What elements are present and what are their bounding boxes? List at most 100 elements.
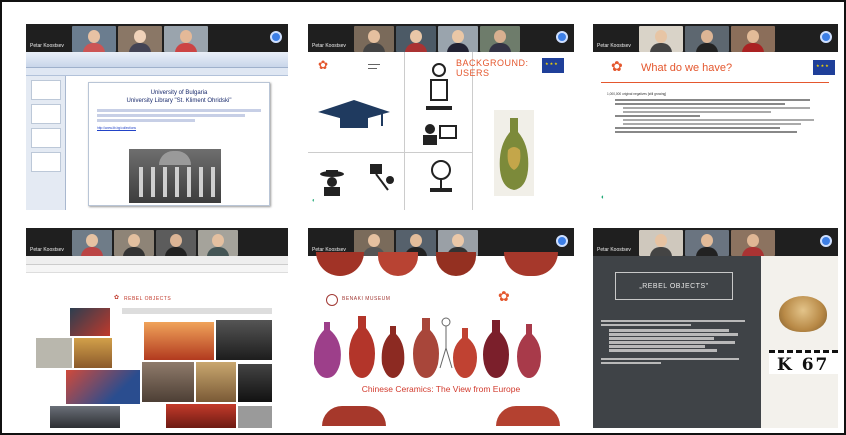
museum-name: BENAKI MUSEUM <box>342 296 391 302</box>
slide-title: What do we have? <box>641 62 733 74</box>
bullet-item <box>607 118 827 121</box>
image-result[interactable] <box>238 406 272 428</box>
logo-icon: ◐ <box>312 198 316 204</box>
user-reading-icon <box>426 63 452 110</box>
note-text: ▬▬▬▬ ▬▬▬ <box>368 62 380 70</box>
slide-canvas: ✿ What do we have? 1,000,000 original ne… <box>593 52 838 210</box>
museum-logo-icon <box>326 294 338 306</box>
slide-title-line1: BACKGROUND: <box>456 58 529 68</box>
share-icon[interactable] <box>556 235 568 247</box>
ppt-ribbon <box>26 52 288 68</box>
participant-video[interactable] <box>156 230 196 256</box>
image-result[interactable] <box>66 370 140 404</box>
browser-toolbar <box>26 256 288 265</box>
bullet-item <box>607 110 827 113</box>
presenter-name: Petar Koostsev <box>312 43 346 49</box>
image-result[interactable] <box>74 338 112 368</box>
participant-video[interactable] <box>685 230 729 256</box>
image-result[interactable] <box>166 404 236 428</box>
image-result[interactable] <box>196 362 236 402</box>
bullet-item <box>607 126 827 129</box>
knowledge-tree-icon <box>430 160 452 192</box>
ppt-toolbar <box>26 68 288 76</box>
slide-link[interactable]: http://www.lib.bg/collections <box>97 126 261 130</box>
page-title: REBEL OBJECTS <box>124 296 172 302</box>
video-gallery: Petar Koostsev University of Bulgaria Un… <box>0 0 846 435</box>
participant-strip: Petar Koostsev <box>593 228 838 256</box>
participant-video[interactable] <box>480 26 520 52</box>
participant-video[interactable] <box>438 26 478 52</box>
participant-video[interactable] <box>396 26 436 52</box>
slide-heading: „REBEL OBJECTS" <box>615 272 733 300</box>
slide-thumbnails[interactable] <box>26 76 66 210</box>
logo-icon: ◐ <box>601 194 606 201</box>
participant-strip: Petar Koostsev <box>593 24 838 52</box>
slide-left-panel: „REBEL OBJECTS" <box>593 256 761 428</box>
bullet-list: 1,000,000 original negatives [still grow… <box>607 92 827 135</box>
participant-video[interactable] <box>639 230 683 256</box>
image-result[interactable] <box>50 406 120 428</box>
screen-share-6[interactable]: Petar Koostsev „REBEL OBJECTS" K 67 <box>593 228 838 428</box>
participant-video[interactable] <box>114 230 154 256</box>
image-result[interactable] <box>70 308 110 336</box>
participant-strip: Petar Koostsev <box>308 24 574 52</box>
slide-title: Chinese Ceramics: The View from Europe <box>361 384 521 394</box>
catalog-number: K 67 <box>777 355 830 375</box>
screen-share-2[interactable]: Petar Koostsev ✿ BACKGROUND: USERS ★★★ ▬… <box>308 24 574 210</box>
graduation-cap-icon <box>318 100 390 128</box>
slide-body <box>97 109 261 122</box>
vase-photo <box>494 110 534 196</box>
participant-video[interactable] <box>72 26 116 52</box>
computer-user-icon <box>423 124 457 145</box>
screen-share-5[interactable]: Petar Koostsev BENAKI MUSEUM ✿ Chinese C… <box>308 228 574 428</box>
caption-bar <box>122 308 272 314</box>
participant-strip: Petar Koostsev <box>26 24 288 52</box>
ceramic-bowl <box>322 406 386 426</box>
slide-canvas: „REBEL OBJECTS" K 67 <box>593 256 838 428</box>
screen-share-1[interactable]: Petar Koostsev University of Bulgaria Un… <box>26 24 288 210</box>
screen-share-3[interactable]: Petar Koostsev ✿ What do we have? 1,000,… <box>593 24 838 210</box>
image-result[interactable] <box>144 322 214 360</box>
bullet-item <box>607 98 827 101</box>
participant-video[interactable] <box>731 26 775 52</box>
share-icon[interactable] <box>556 31 568 43</box>
participant-video[interactable] <box>72 230 112 256</box>
bullet-item <box>607 122 827 125</box>
image-result[interactable] <box>142 362 194 402</box>
catalog-label: K 67 <box>769 350 838 375</box>
slide-title-line2: USERS <box>456 68 490 78</box>
logo-icon: ✿ <box>114 295 120 301</box>
participant-video[interactable] <box>639 26 683 52</box>
share-icon[interactable] <box>270 31 282 43</box>
slide-title-line2: University Library "St. Kliment Ohridski… <box>126 98 232 104</box>
image-result[interactable] <box>216 320 272 360</box>
bullet-item <box>607 106 827 109</box>
slide-body <box>601 318 751 366</box>
share-icon[interactable] <box>820 235 832 247</box>
share-icon[interactable] <box>820 31 832 43</box>
bullet-item <box>607 102 827 105</box>
participant-video[interactable] <box>118 26 162 52</box>
participant-video[interactable] <box>731 230 775 256</box>
image-result[interactable] <box>36 338 72 368</box>
presenter-name: Petar Koostsev <box>30 247 64 253</box>
image-result[interactable] <box>238 364 272 402</box>
eu-flag-icon <box>813 60 835 75</box>
presenter-name: Petar Koostsev <box>597 43 631 49</box>
participant-video[interactable] <box>198 230 238 256</box>
building-photo <box>129 149 221 203</box>
screen-share-4[interactable]: Petar Koostsev ✿ REBEL OBJECTS <box>26 228 288 428</box>
participant-video[interactable] <box>685 26 729 52</box>
ceramic-bowl <box>496 406 560 426</box>
slide-right-panel <box>761 256 838 428</box>
bullet-item <box>607 130 827 133</box>
eu-flag-icon <box>542 58 564 73</box>
slide-title: BACKGROUND: USERS <box>456 58 529 78</box>
search-filter-bar[interactable] <box>26 265 288 273</box>
slide-canvas: University of Bulgaria University Librar… <box>88 82 270 206</box>
participant-video[interactable] <box>354 26 394 52</box>
slide-canvas: ✿ BACKGROUND: USERS ▬▬▬▬▬▬▬ <box>308 52 574 210</box>
basket-photo <box>779 296 827 332</box>
bullet-item: 1,000,000 original negatives [still grow… <box>607 92 667 96</box>
participant-video[interactable] <box>164 26 208 52</box>
